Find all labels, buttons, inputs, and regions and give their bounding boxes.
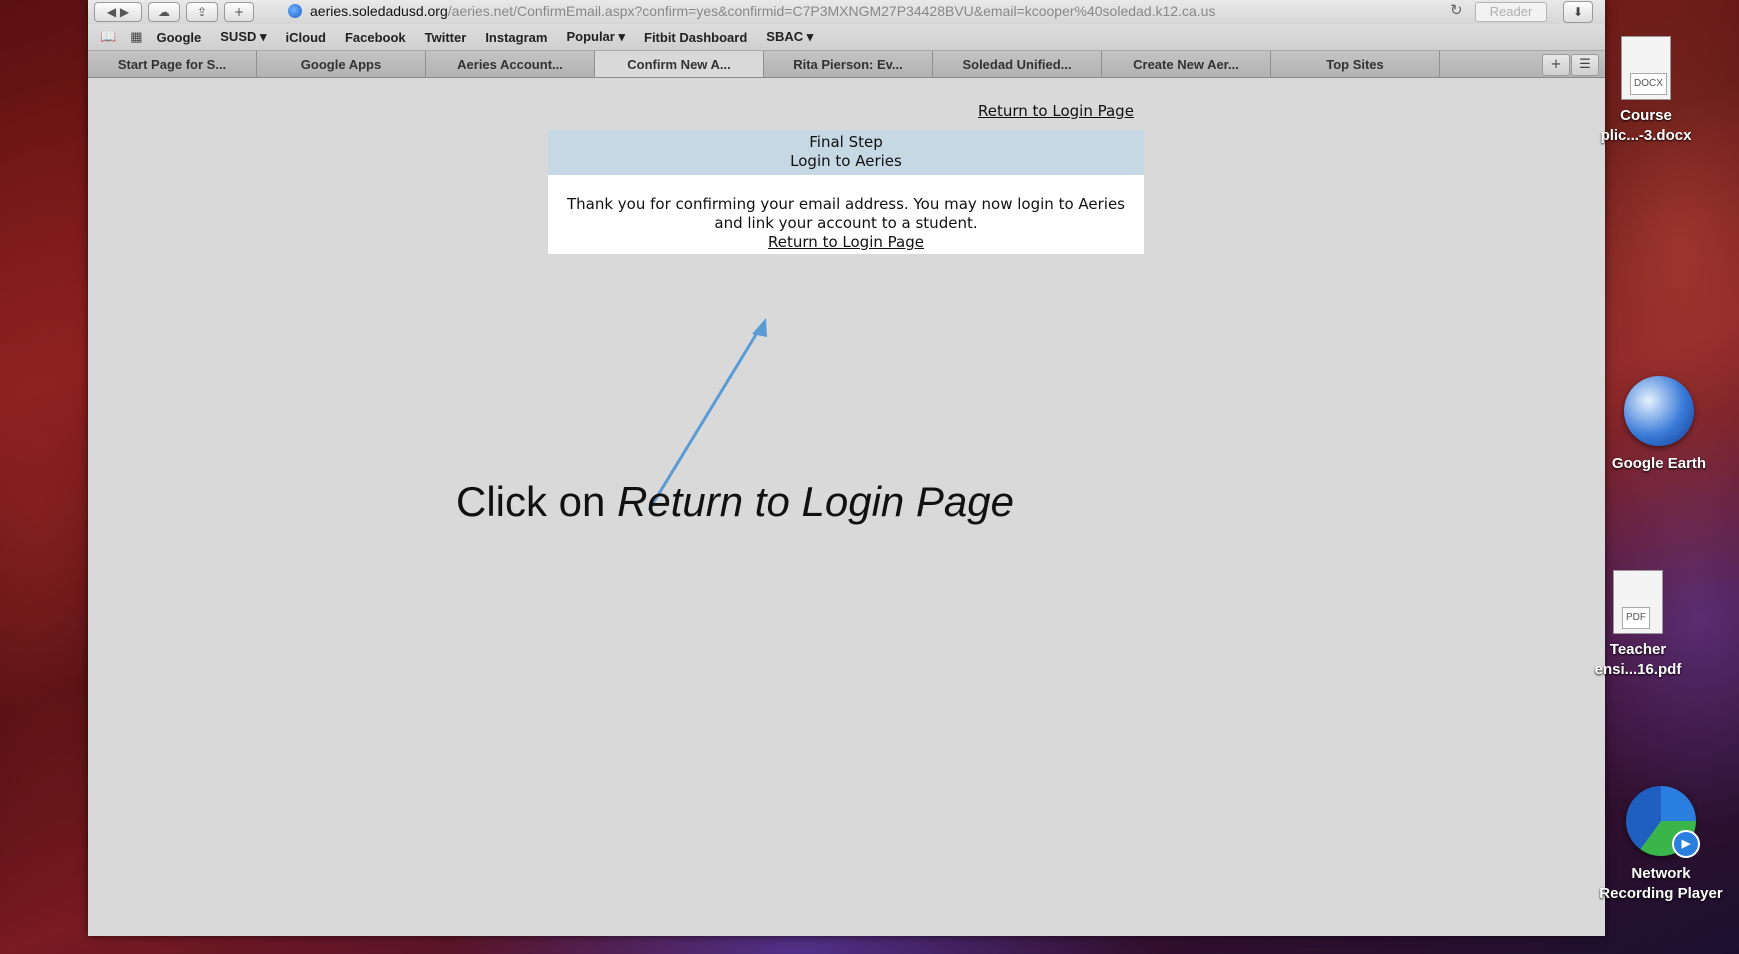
add-bookmark-icon[interactable]: + bbox=[224, 2, 254, 22]
address-bar[interactable]: aeries.soledadusd.org /aeries.net/Confir… bbox=[288, 1, 1468, 21]
tab-aeries-account[interactable]: Aeries Account... bbox=[426, 51, 595, 77]
annotation-arrow bbox=[647, 318, 767, 511]
desktop-icon-google-earth[interactable]: Google Earth bbox=[1594, 376, 1724, 474]
tab-rita-pierson[interactable]: Rita Pierson: Ev... bbox=[764, 51, 933, 77]
play-icon: ▶ bbox=[1672, 830, 1700, 858]
browser-toolbar: ◀ ▶ ☁ ⇪ + aeries.soledadusd.org /aeries.… bbox=[88, 0, 1605, 24]
browser-window: ◀ ▶ ☁ ⇪ + aeries.soledadusd.org /aeries.… bbox=[88, 0, 1605, 936]
bookmark-google[interactable]: Google bbox=[156, 30, 201, 45]
back-forward-buttons[interactable]: ◀ ▶ bbox=[94, 2, 142, 22]
tab-top-sites[interactable]: Top Sites bbox=[1271, 51, 1440, 77]
docx-tag: DOCX bbox=[1630, 73, 1667, 95]
icloud-tabs-icon[interactable]: ☁ bbox=[148, 2, 180, 22]
bookmark-fitbit-dashboard[interactable]: Fitbit Dashboard bbox=[644, 30, 747, 45]
desktop-icon-network-recording-player[interactable]: ▶ Network Recording Player bbox=[1596, 786, 1726, 904]
address-path: /aeries.net/ConfirmEmail.aspx?confirm=ye… bbox=[447, 3, 1216, 19]
tab-google-apps[interactable]: Google Apps bbox=[257, 51, 426, 77]
desktop-icon-label: Recording Player bbox=[1599, 885, 1723, 902]
bookmark-twitter[interactable]: Twitter bbox=[425, 30, 467, 45]
tab-bar: Start Page for S... Google Apps Aeries A… bbox=[88, 51, 1605, 78]
globe-icon bbox=[288, 4, 302, 18]
bookmark-instagram[interactable]: Instagram bbox=[485, 30, 547, 45]
caption-emphasis: Return to Login Page bbox=[617, 478, 1015, 525]
google-earth-icon bbox=[1624, 376, 1694, 446]
reading-list-icon[interactable]: 📖 bbox=[100, 29, 116, 45]
bookmark-sbac[interactable]: SBAC ▾ bbox=[766, 29, 813, 45]
bookmark-facebook[interactable]: Facebook bbox=[345, 30, 406, 45]
desktop-icon-label: ensi...16.pdf bbox=[1594, 661, 1682, 678]
network-recording-player-icon: ▶ bbox=[1626, 786, 1700, 858]
docx-file-icon: DOCX bbox=[1621, 36, 1671, 100]
new-tab-icon[interactable]: + bbox=[1542, 54, 1570, 76]
tab-create-new-aeries[interactable]: Create New Aer... bbox=[1102, 51, 1271, 77]
desktop-icon-course-docx[interactable]: DOCX Course plic...-3.docx bbox=[1581, 36, 1711, 146]
bookmark-popular[interactable]: Popular ▾ bbox=[566, 29, 625, 45]
tab-confirm-new-account[interactable]: Confirm New A... bbox=[595, 51, 764, 77]
top-sites-grid-icon[interactable]: ▦ bbox=[130, 29, 142, 45]
desktop-icon-label: plic...-3.docx bbox=[1600, 127, 1692, 144]
bookmarks-bar: 📖 ▦ Google SUSD ▾ iCloud Facebook Twitte… bbox=[88, 24, 1605, 51]
bookmark-susd[interactable]: SUSD ▾ bbox=[220, 29, 266, 45]
tab-soledad-unified[interactable]: Soledad Unified... bbox=[933, 51, 1102, 77]
instruction-caption: Click on Return to Login Page bbox=[456, 478, 1014, 526]
desktop-icon-label: Network bbox=[1631, 865, 1691, 882]
pdf-tag: PDF bbox=[1622, 607, 1650, 629]
tab-start-page[interactable]: Start Page for S... bbox=[88, 51, 257, 77]
pdf-file-icon: PDF bbox=[1613, 570, 1663, 634]
arrow-head bbox=[752, 318, 767, 337]
desktop-icon-label: Teacher bbox=[1609, 641, 1667, 658]
bookmark-icloud[interactable]: iCloud bbox=[286, 30, 326, 45]
desktop-icon-label: Course bbox=[1620, 107, 1672, 124]
downloads-icon[interactable]: ⬇ bbox=[1563, 1, 1593, 23]
desktop-icon-label: Google Earth bbox=[1611, 455, 1707, 472]
share-icon[interactable]: ⇪ bbox=[186, 2, 218, 22]
reload-icon[interactable]: ↻ bbox=[1450, 1, 1463, 19]
desktop-icon-teacher-pdf[interactable]: PDF Teacher ensi...16.pdf bbox=[1573, 570, 1703, 680]
reader-button[interactable]: Reader bbox=[1475, 2, 1547, 22]
caption-prefix: Click on bbox=[456, 478, 618, 525]
address-host: aeries.soledadusd.org bbox=[310, 3, 448, 19]
